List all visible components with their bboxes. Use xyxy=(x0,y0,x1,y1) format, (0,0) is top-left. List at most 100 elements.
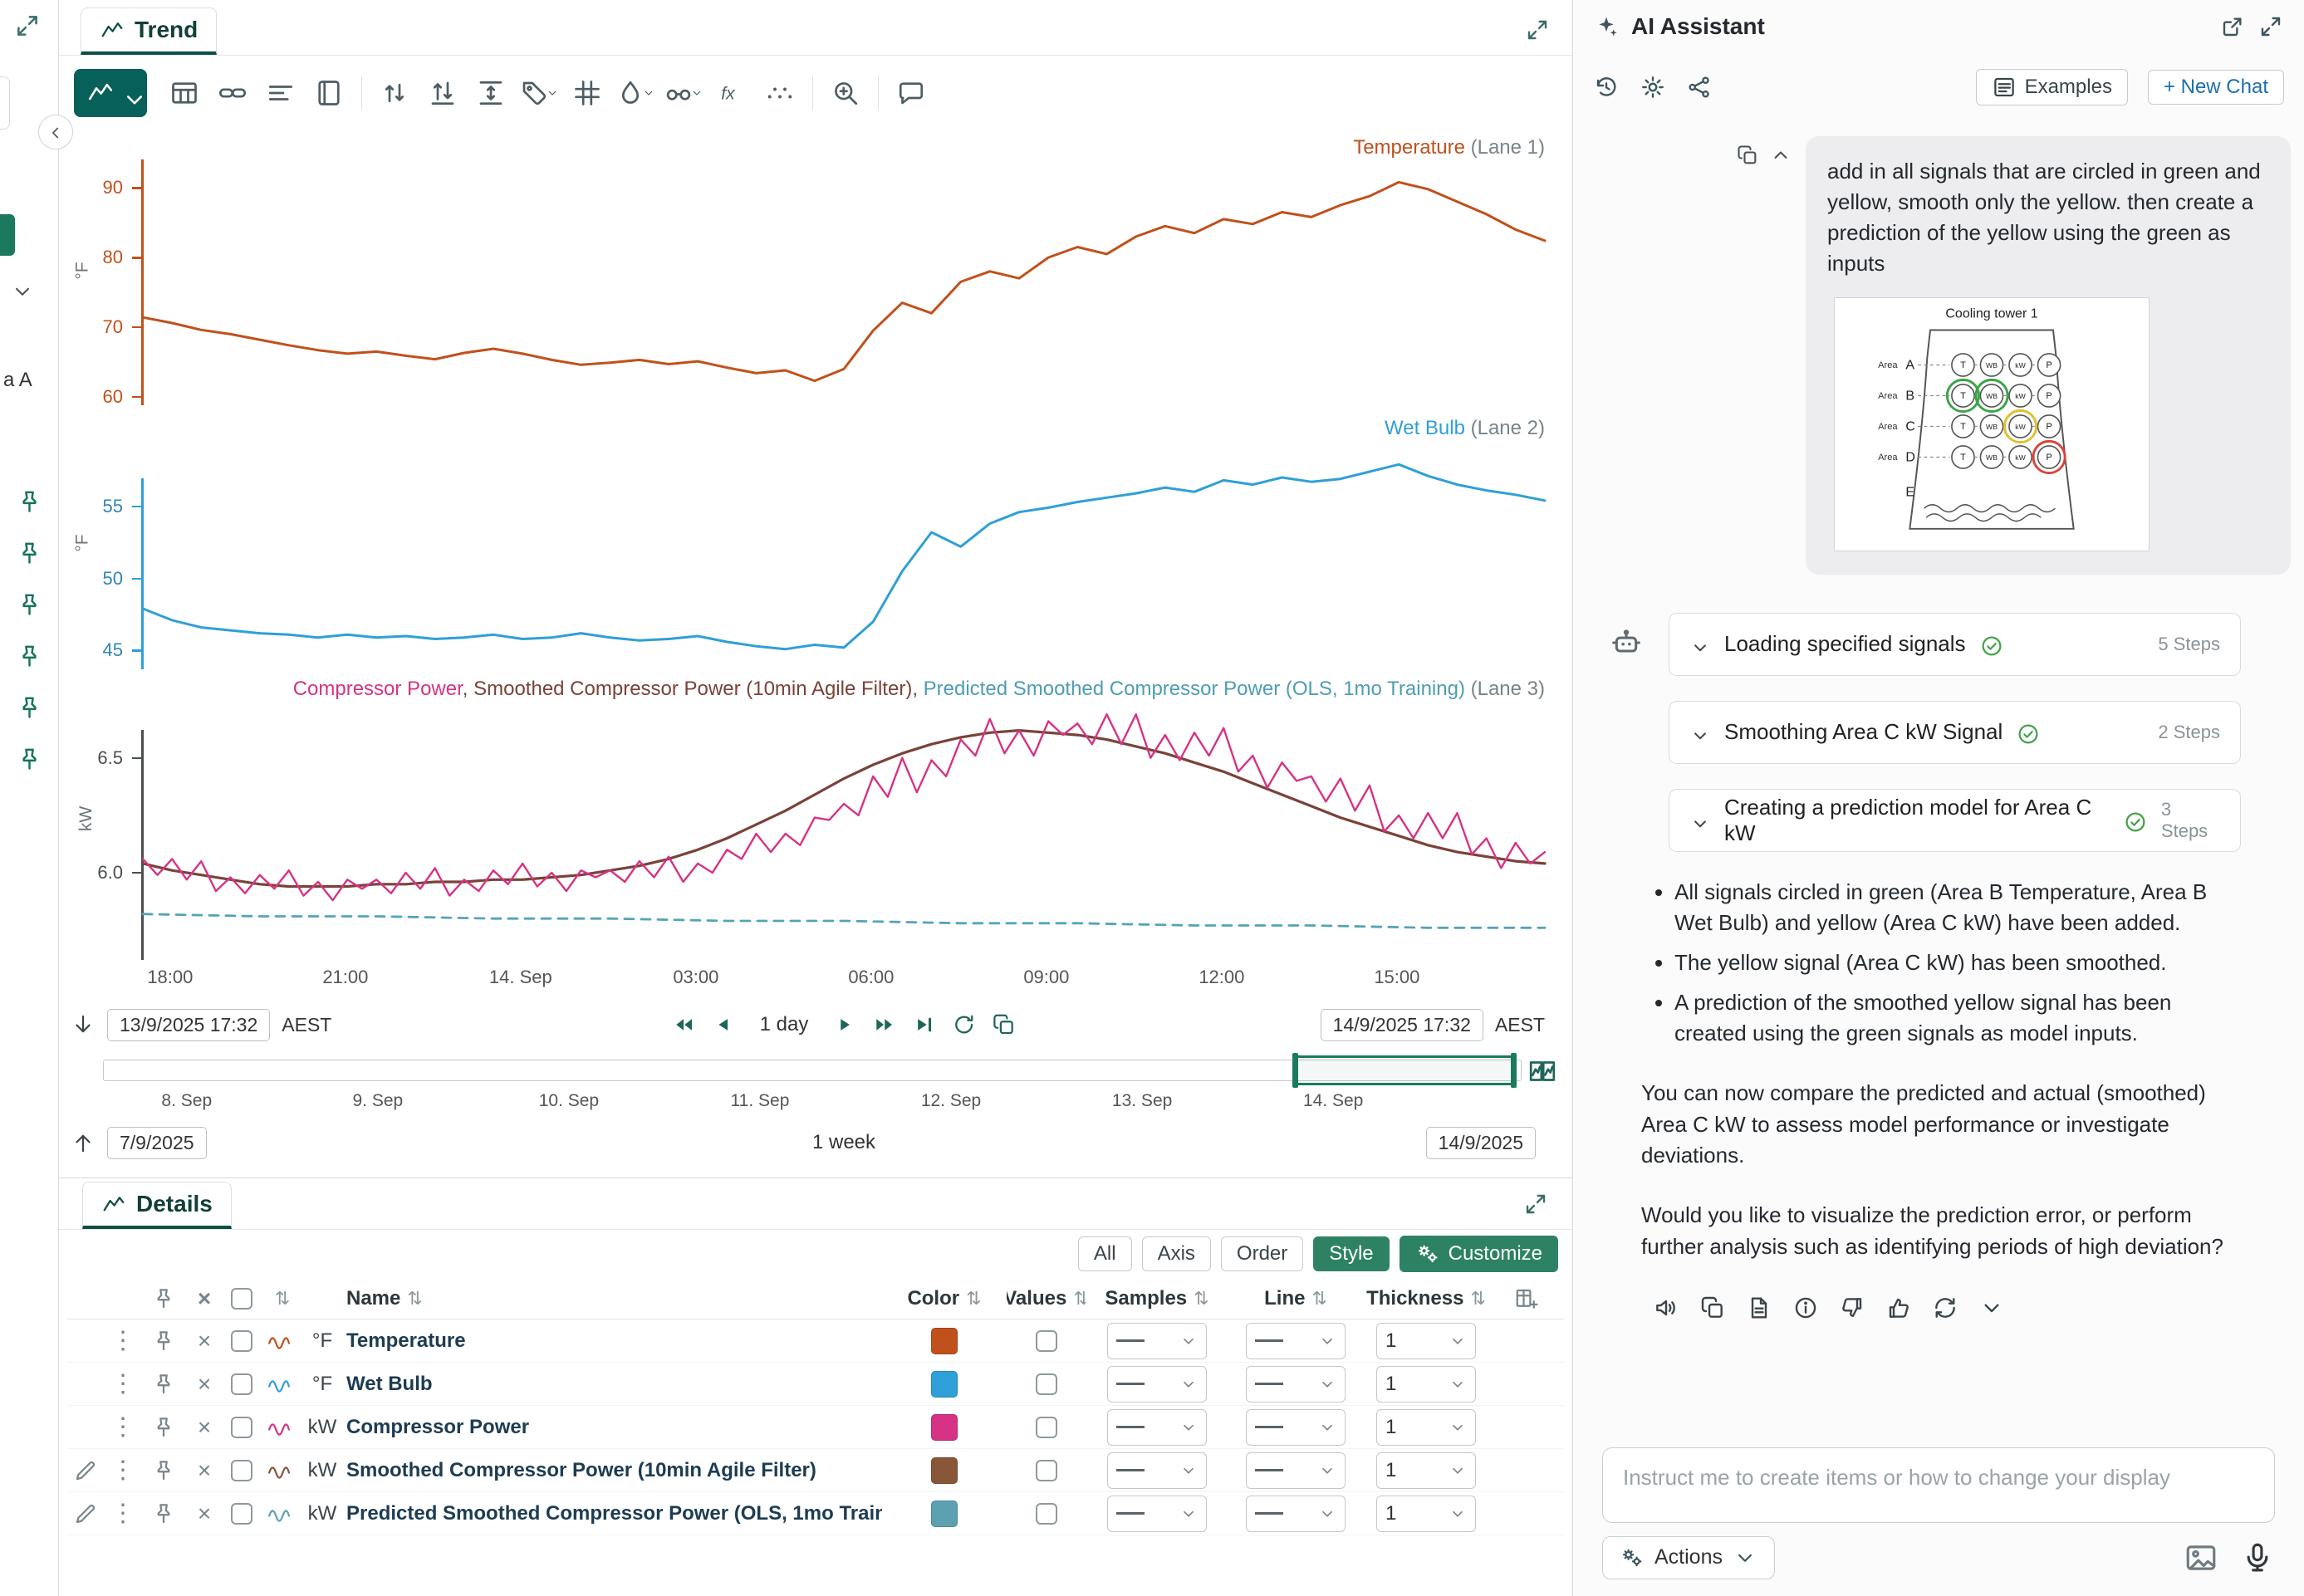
attach-image-icon[interactable] xyxy=(2184,1540,2218,1575)
chat-area[interactable]: add in all signals that are circled in g… xyxy=(1573,121,2304,1596)
trend-lane-2[interactable]: Wet Bulb (Lane 2) °F 555045 xyxy=(59,417,1572,669)
step-card[interactable]: Loading specified signals5 Steps xyxy=(1669,613,2241,676)
expand-details-icon[interactable] xyxy=(1522,1191,1549,1217)
step-forward-button[interactable] xyxy=(831,1012,856,1037)
edit-item-button[interactable] xyxy=(73,1501,98,1526)
thickness-select[interactable]: 1 xyxy=(1376,1452,1476,1489)
values-checkbox[interactable] xyxy=(1036,1503,1057,1525)
line-select[interactable] xyxy=(1246,1452,1346,1489)
grid-button[interactable] xyxy=(563,69,611,117)
examples-button[interactable]: Examples xyxy=(1976,69,2128,105)
pinned-item[interactable] xyxy=(16,694,43,722)
row-pin-button[interactable] xyxy=(142,1501,185,1526)
formula-button[interactable]: fx xyxy=(708,69,756,117)
row-checkbox[interactable] xyxy=(231,1373,252,1395)
duplicate-range-button[interactable] xyxy=(991,1012,1016,1037)
trend-lane-3[interactable]: Compressor Power, Smoothed Compressor Po… xyxy=(59,678,1572,960)
jump-back-button[interactable] xyxy=(672,1012,697,1037)
collapse-sidebar-button[interactable] xyxy=(38,115,73,149)
timeline-track[interactable] xyxy=(103,1060,1522,1081)
range-up-icon[interactable] xyxy=(71,1130,96,1155)
open-new-window-icon[interactable] xyxy=(2219,13,2246,40)
series-compressor-power[interactable] xyxy=(143,714,1545,900)
row-pin-button[interactable] xyxy=(142,1415,185,1440)
add-column-button[interactable] xyxy=(1489,1286,1564,1311)
link-button[interactable] xyxy=(208,69,257,117)
row-remove-button[interactable]: × xyxy=(185,1373,223,1396)
axis-button[interactable]: Axis xyxy=(1142,1236,1211,1271)
expand-ai-panel-icon[interactable] xyxy=(2257,13,2284,40)
comment-button[interactable] xyxy=(887,69,935,117)
row-pin-button[interactable] xyxy=(142,1372,185,1397)
timeline-selection[interactable] xyxy=(1294,1055,1515,1085)
pinned-item[interactable] xyxy=(16,643,43,670)
series-temperature[interactable] xyxy=(143,182,1545,380)
column-thickness[interactable]: Thickness⇅ xyxy=(1363,1287,1489,1310)
tab-details[interactable]: Details xyxy=(82,1182,232,1229)
row-checkbox[interactable] xyxy=(231,1503,252,1525)
journal-button[interactable] xyxy=(305,69,353,117)
thickness-select[interactable]: 1 xyxy=(1376,1409,1476,1446)
line-select[interactable] xyxy=(1246,1496,1346,1532)
step-card[interactable]: Smoothing Area C kW Signal2 Steps xyxy=(1669,701,2241,764)
line-select[interactable] xyxy=(1246,1366,1346,1403)
speaker-button[interactable] xyxy=(1653,1295,1679,1321)
item-name[interactable]: Compressor Power xyxy=(346,1416,882,1439)
expand-sidebar-icon[interactable] xyxy=(13,12,42,40)
column-samples[interactable]: Samples⇅ xyxy=(1086,1287,1228,1310)
edit-item-button[interactable] xyxy=(73,1458,98,1483)
collapse-message-icon[interactable] xyxy=(1769,143,1792,167)
new-chat-button[interactable]: + New Chat xyxy=(2148,70,2284,105)
row-checkbox[interactable] xyxy=(231,1417,252,1438)
regenerate-button[interactable] xyxy=(1932,1295,1958,1321)
values-checkbox[interactable] xyxy=(1036,1417,1057,1438)
thickness-select[interactable]: 1 xyxy=(1376,1323,1476,1359)
color-swatch[interactable] xyxy=(931,1414,958,1441)
thickness-select[interactable]: 1 xyxy=(1376,1366,1476,1403)
color-swatch[interactable] xyxy=(931,1501,958,1527)
actions-button[interactable]: Actions xyxy=(1602,1536,1775,1579)
color-swatch[interactable] xyxy=(931,1371,958,1398)
samples-select[interactable] xyxy=(1107,1323,1207,1359)
customize-button[interactable]: Customize xyxy=(1400,1236,1558,1272)
thumb-down-button[interactable] xyxy=(1839,1295,1865,1321)
column-color[interactable]: Color⇅ xyxy=(882,1287,1007,1310)
settings-button[interactable] xyxy=(1640,74,1666,100)
pin-all-button[interactable] xyxy=(142,1286,185,1311)
thumb-up-button[interactable] xyxy=(1885,1295,1912,1321)
time-axis[interactable]: 18:0021:0014. Sep03:0006:0009:0012:0015:… xyxy=(59,965,1572,998)
color-swatch[interactable] xyxy=(931,1457,958,1484)
column-line[interactable]: Line⇅ xyxy=(1228,1287,1363,1310)
lane-1-axis[interactable]: 90807060 xyxy=(59,136,143,405)
info-button[interactable] xyxy=(1792,1295,1819,1321)
expand-trend-icon[interactable] xyxy=(1524,17,1551,43)
share-button[interactable] xyxy=(1686,74,1713,100)
pinned-item[interactable] xyxy=(16,591,43,619)
duration-label[interactable]: 1 day xyxy=(760,1013,809,1036)
chart-type-button[interactable] xyxy=(74,69,147,117)
drop-button[interactable] xyxy=(611,69,659,117)
series-wet-bulb[interactable] xyxy=(143,464,1545,649)
sort-icon[interactable]: ⇅ xyxy=(275,1288,290,1310)
row-remove-button[interactable]: × xyxy=(185,1502,223,1525)
range-start-input[interactable]: 13/9/2025 17:32 xyxy=(107,1009,270,1041)
history-button[interactable] xyxy=(1593,74,1620,100)
jump-forward-button[interactable] xyxy=(871,1012,896,1037)
order-button[interactable]: Order xyxy=(1221,1236,1303,1271)
values-checkbox[interactable] xyxy=(1036,1373,1057,1395)
column-name[interactable]: Name⇅ xyxy=(346,1287,882,1310)
range-down-icon[interactable] xyxy=(71,1012,96,1037)
series-predicted-smoothed-compressor-power-ols-1mo-training-[interactable] xyxy=(143,914,1545,928)
compare-view-icon[interactable] xyxy=(1527,1056,1557,1086)
tag-button[interactable] xyxy=(515,69,563,117)
row-menu-button[interactable]: ⋮ xyxy=(110,1372,135,1397)
column-values[interactable]: Values⇅ xyxy=(1007,1287,1086,1310)
item-name[interactable]: Temperature xyxy=(346,1329,882,1353)
item-name[interactable]: Predicted Smoothed Compressor Power (OLS… xyxy=(346,1502,882,1525)
pinned-item[interactable] xyxy=(16,488,43,516)
trend-lane-1[interactable]: Temperature (Lane 1) °F 90807060 xyxy=(59,136,1572,405)
document-button[interactable] xyxy=(1746,1295,1772,1321)
pinned-item[interactable] xyxy=(16,540,43,567)
values-checkbox[interactable] xyxy=(1036,1460,1057,1481)
bars-button[interactable] xyxy=(257,69,305,117)
